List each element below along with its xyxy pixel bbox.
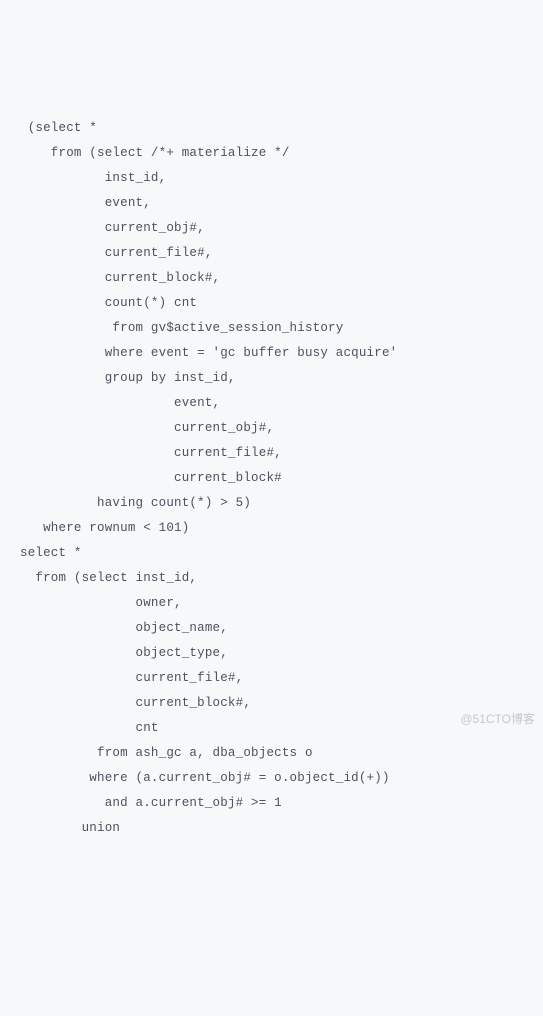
watermark-label: @51CTO博客: [460, 707, 535, 731]
sql-code-block: (select * from (select /*+ materialize *…: [20, 116, 523, 841]
